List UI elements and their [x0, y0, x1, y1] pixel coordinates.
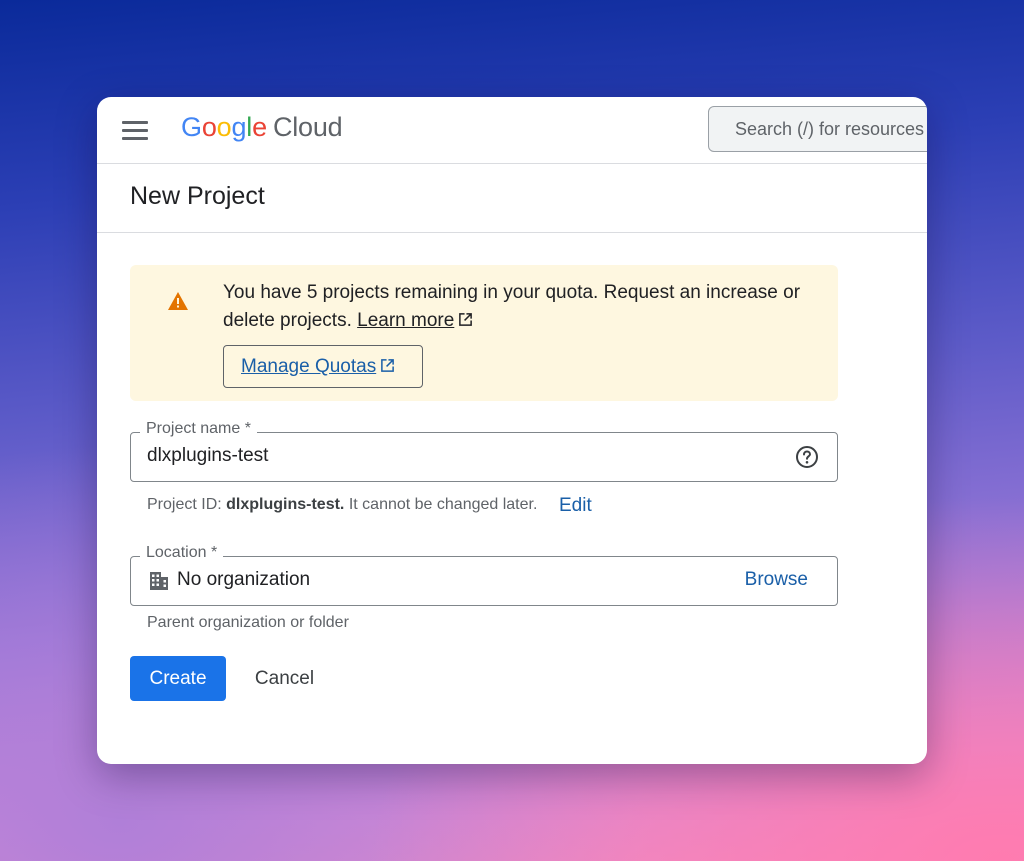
quota-message: You have 5 projects remaining in your qu… [223, 279, 823, 335]
building-icon [150, 572, 168, 590]
project-name-field[interactable]: Project name * dlxplugins-test [130, 420, 838, 482]
logo-product-name: Cloud [272, 112, 343, 142]
logo-letter: o [201, 112, 217, 142]
logo-letter: g [231, 112, 247, 142]
learn-more-link[interactable]: Learn more [357, 310, 454, 331]
top-bar: Google Cloud Search (/) for resources [97, 97, 927, 164]
create-button[interactable]: Create [130, 656, 226, 701]
logo-letter: G [181, 112, 202, 142]
cancel-button[interactable]: Cancel [237, 656, 332, 701]
learn-more-label: Learn more [357, 310, 455, 331]
logo-letter: e [252, 112, 267, 142]
help-icon[interactable] [795, 445, 819, 469]
manage-quotas-button[interactable]: Manage Quotas [223, 345, 423, 388]
edit-project-id-link[interactable]: Edit [559, 495, 592, 517]
console-window: Google Cloud Search (/) for resources New… [97, 97, 927, 764]
quota-warning-banner: You have 5 projects remaining in your qu… [130, 265, 838, 401]
location-field[interactable]: Location * No organization Browse [130, 544, 838, 606]
manage-quotas-label: Manage Quotas [241, 356, 377, 377]
project-id-prefix: Project ID: [147, 496, 222, 513]
search-input[interactable]: Search (/) for resources [708, 106, 927, 152]
browse-location-button[interactable]: Browse [745, 569, 808, 591]
location-label: Location * [140, 544, 224, 562]
location-hint: Parent organization or folder [147, 614, 349, 631]
project-id-hint: Project ID: dlxplugins-test. It cannot b… [147, 496, 537, 514]
warning-icon [168, 292, 188, 310]
page-title: New Project [130, 182, 265, 210]
hamburger-menu-icon[interactable] [122, 119, 150, 141]
project-name-label: Project name * [140, 420, 257, 438]
quota-message-text: You have 5 projects remaining in your qu… [223, 282, 801, 331]
external-link-icon [381, 359, 395, 372]
project-id-suffix: It cannot be changed later. [348, 496, 538, 513]
logo-letter: o [216, 112, 232, 142]
project-name-input[interactable]: dlxplugins-test [147, 445, 268, 467]
external-link-icon [459, 313, 473, 326]
google-cloud-logo[interactable]: Google Cloud [181, 112, 343, 143]
location-value: No organization [177, 569, 311, 590]
page-header: New Project [97, 164, 927, 233]
project-id-value: dlxplugins-test. [226, 496, 345, 513]
